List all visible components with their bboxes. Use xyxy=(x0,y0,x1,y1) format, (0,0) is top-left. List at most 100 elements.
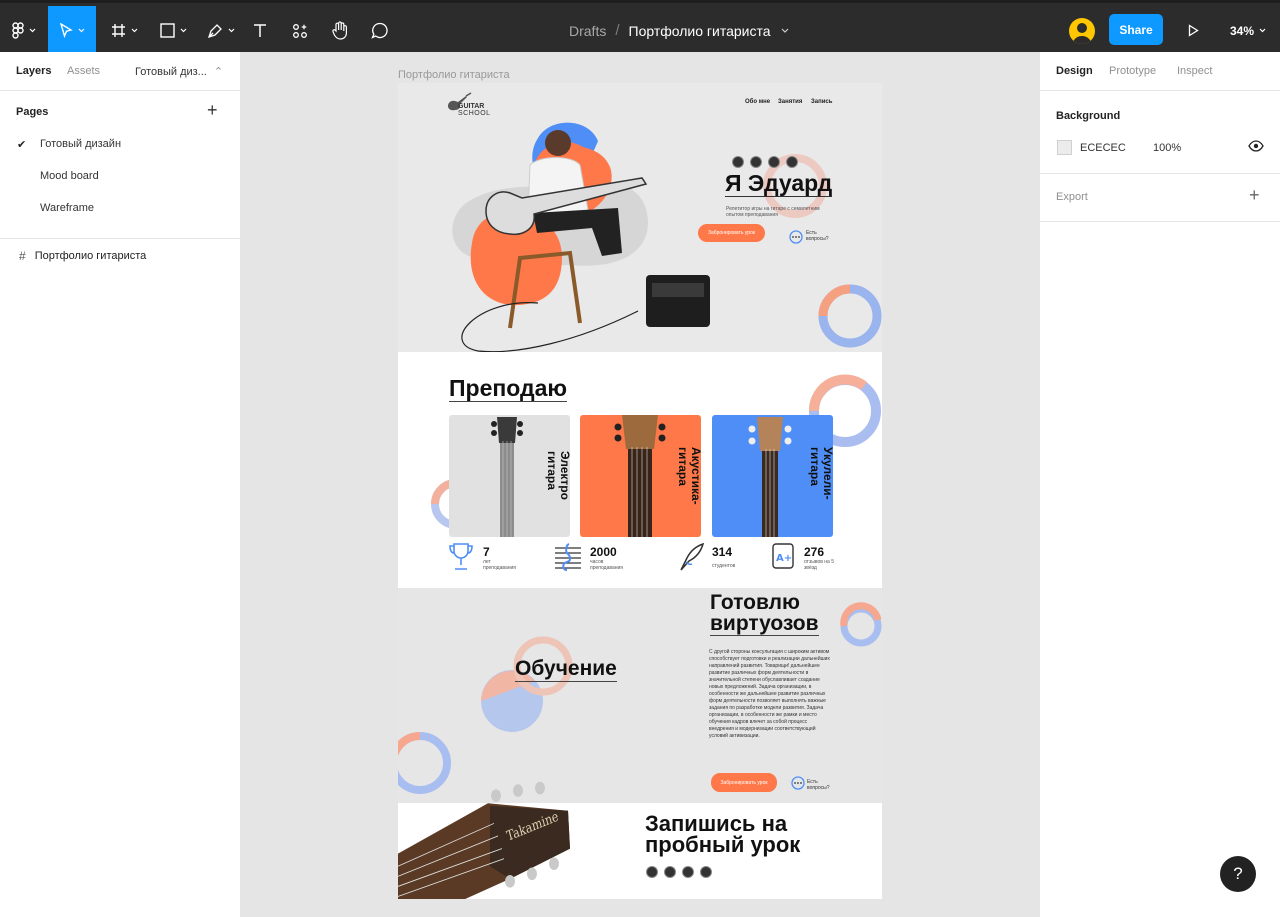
move-cursor-icon xyxy=(59,23,73,38)
vk-icon[interactable] xyxy=(700,866,712,878)
file-name[interactable]: Портфолио гитариста xyxy=(629,23,771,39)
twitter-icon[interactable] xyxy=(750,156,762,168)
ring-decoration xyxy=(398,732,421,757)
breadcrumb-separator: / xyxy=(615,22,620,39)
text-icon xyxy=(254,24,266,37)
stat-value: 7 xyxy=(483,545,490,559)
hero-name: Я Эдуард xyxy=(725,170,833,197)
tab-prototype[interactable]: Prototype xyxy=(1109,65,1156,77)
layer-item[interactable]: # Портфолио гитариста xyxy=(19,249,146,263)
ring-decoration xyxy=(808,374,868,412)
user-icon xyxy=(1072,23,1092,44)
card-acoustic-guitar[interactable]: Акустика- гитара xyxy=(580,415,701,537)
stat-caption: лет преподавания xyxy=(483,559,516,571)
card-electric-guitar[interactable]: Электро гитара xyxy=(449,415,570,537)
pen-tool-button[interactable] xyxy=(200,6,242,55)
cta-section: Takamine xyxy=(398,781,882,899)
help-button[interactable]: ? xyxy=(1220,856,1256,892)
play-icon xyxy=(1188,24,1199,37)
page-item[interactable]: Mood board xyxy=(40,170,99,182)
skype-icon[interactable] xyxy=(732,156,744,168)
pages-header: Pages xyxy=(16,106,49,118)
card-ukulele[interactable]: Укулели- гитара xyxy=(712,415,833,537)
breadcrumb-project[interactable]: Drafts xyxy=(569,23,606,39)
components-icon xyxy=(293,23,307,38)
chat-bubble-icon[interactable] xyxy=(790,776,806,791)
add-export-button[interactable]: + xyxy=(1249,186,1260,204)
ring-decoration xyxy=(840,602,882,627)
tab-inspect[interactable]: Inspect xyxy=(1177,65,1212,77)
present-button[interactable] xyxy=(1183,6,1203,55)
hero-subtitle: Репетитор игры на гитаре с семилетним оп… xyxy=(726,206,820,218)
card-label: Электро гитара xyxy=(545,451,570,500)
comment-tool-button[interactable] xyxy=(368,6,392,55)
export-section-title: Export xyxy=(1056,191,1088,203)
training-description: С другой стороны консультация с широким … xyxy=(709,649,830,739)
share-button[interactable]: Share xyxy=(1109,14,1163,45)
chevron-down-icon xyxy=(1259,28,1266,33)
tab-layers[interactable]: Layers xyxy=(16,65,51,77)
stat-caption: часов преподавания xyxy=(590,559,623,571)
vk-icon[interactable] xyxy=(786,156,798,168)
teach-title: Преподаю xyxy=(449,375,568,402)
main-menu-button[interactable] xyxy=(0,6,48,55)
amplifier-panel xyxy=(652,283,704,297)
background-color-swatch[interactable] xyxy=(1057,140,1072,155)
left-panel: Layers Assets Готовый диз... ⌃ Pages + ✔… xyxy=(0,52,241,917)
move-tool-button[interactable] xyxy=(48,6,96,55)
page-item[interactable]: Готовый дизайн xyxy=(40,138,121,150)
avatar[interactable] xyxy=(1069,18,1095,44)
chevron-down-icon xyxy=(78,28,85,33)
divider xyxy=(1040,173,1280,174)
divider xyxy=(1040,221,1280,222)
stat-value: 2000 xyxy=(590,545,617,559)
questions-link[interactable]: Есть вопросы? xyxy=(806,230,836,242)
quill-pen-icon xyxy=(680,542,705,571)
card-label: Акустика- гитара xyxy=(676,447,701,505)
eye-icon[interactable] xyxy=(1248,140,1264,152)
grade-a-plus-icon: A+ xyxy=(772,543,794,569)
book-lesson-button[interactable]: Забронировать урок xyxy=(698,224,765,242)
text-tool-button[interactable] xyxy=(248,6,272,55)
book-lesson-button[interactable]: Забронировать урок xyxy=(711,773,777,792)
comment-icon xyxy=(371,22,388,39)
frame-tool-button[interactable] xyxy=(104,6,144,55)
ring-decoration xyxy=(818,284,851,317)
hand-tool-button[interactable] xyxy=(328,6,352,55)
person-head xyxy=(545,130,571,156)
cable xyxy=(461,302,639,352)
design-frame[interactable]: GUITAR SCHOOL Обо мне Занятия Запись Я Э… xyxy=(398,83,882,899)
top-toolbar: Drafts / Портфолио гитариста Share 34% xyxy=(0,0,1280,55)
page-selector[interactable]: Готовый диз... ⌃ xyxy=(135,65,223,78)
frame-label[interactable]: Портфолио гитариста xyxy=(398,69,510,81)
add-page-button[interactable]: + xyxy=(207,101,218,119)
rectangle-icon xyxy=(159,23,175,38)
telegram-icon[interactable] xyxy=(682,866,694,878)
training-title: Обучение xyxy=(515,657,617,682)
tab-design[interactable]: Design xyxy=(1056,65,1093,77)
chevron-down-icon xyxy=(180,28,186,33)
chevron-down-icon[interactable] xyxy=(781,28,789,33)
pen-icon xyxy=(207,23,222,38)
virtuoso-title-line-2: виртуозов xyxy=(710,612,819,636)
zoom-menu[interactable]: 34% xyxy=(1230,6,1266,55)
checkmark-icon: ✔ xyxy=(17,139,27,151)
questions-link[interactable]: Есть вопросы? xyxy=(807,779,837,791)
skype-icon[interactable] xyxy=(646,866,658,878)
tab-assets[interactable]: Assets xyxy=(67,65,100,77)
page-item[interactable]: Wareframe xyxy=(40,202,94,214)
cta-title-line-2: пробный урок xyxy=(645,832,801,857)
guitar-headstock-image: Takamine xyxy=(398,781,570,899)
chat-bubble-icon[interactable] xyxy=(788,230,804,245)
chevron-down-icon xyxy=(29,28,36,33)
frame-icon xyxy=(111,24,125,37)
twitter-icon[interactable] xyxy=(664,866,676,878)
chevron-down-icon xyxy=(228,28,235,33)
stat-caption: студентов xyxy=(712,563,736,569)
background-hex-input[interactable]: ECECEC xyxy=(1080,142,1126,154)
resources-tool-button[interactable] xyxy=(288,6,312,55)
shape-tool-button[interactable] xyxy=(152,6,194,55)
telegram-icon[interactable] xyxy=(768,156,780,168)
svg-text:A+: A+ xyxy=(776,553,792,564)
background-opacity-input[interactable]: 100% xyxy=(1153,142,1181,154)
